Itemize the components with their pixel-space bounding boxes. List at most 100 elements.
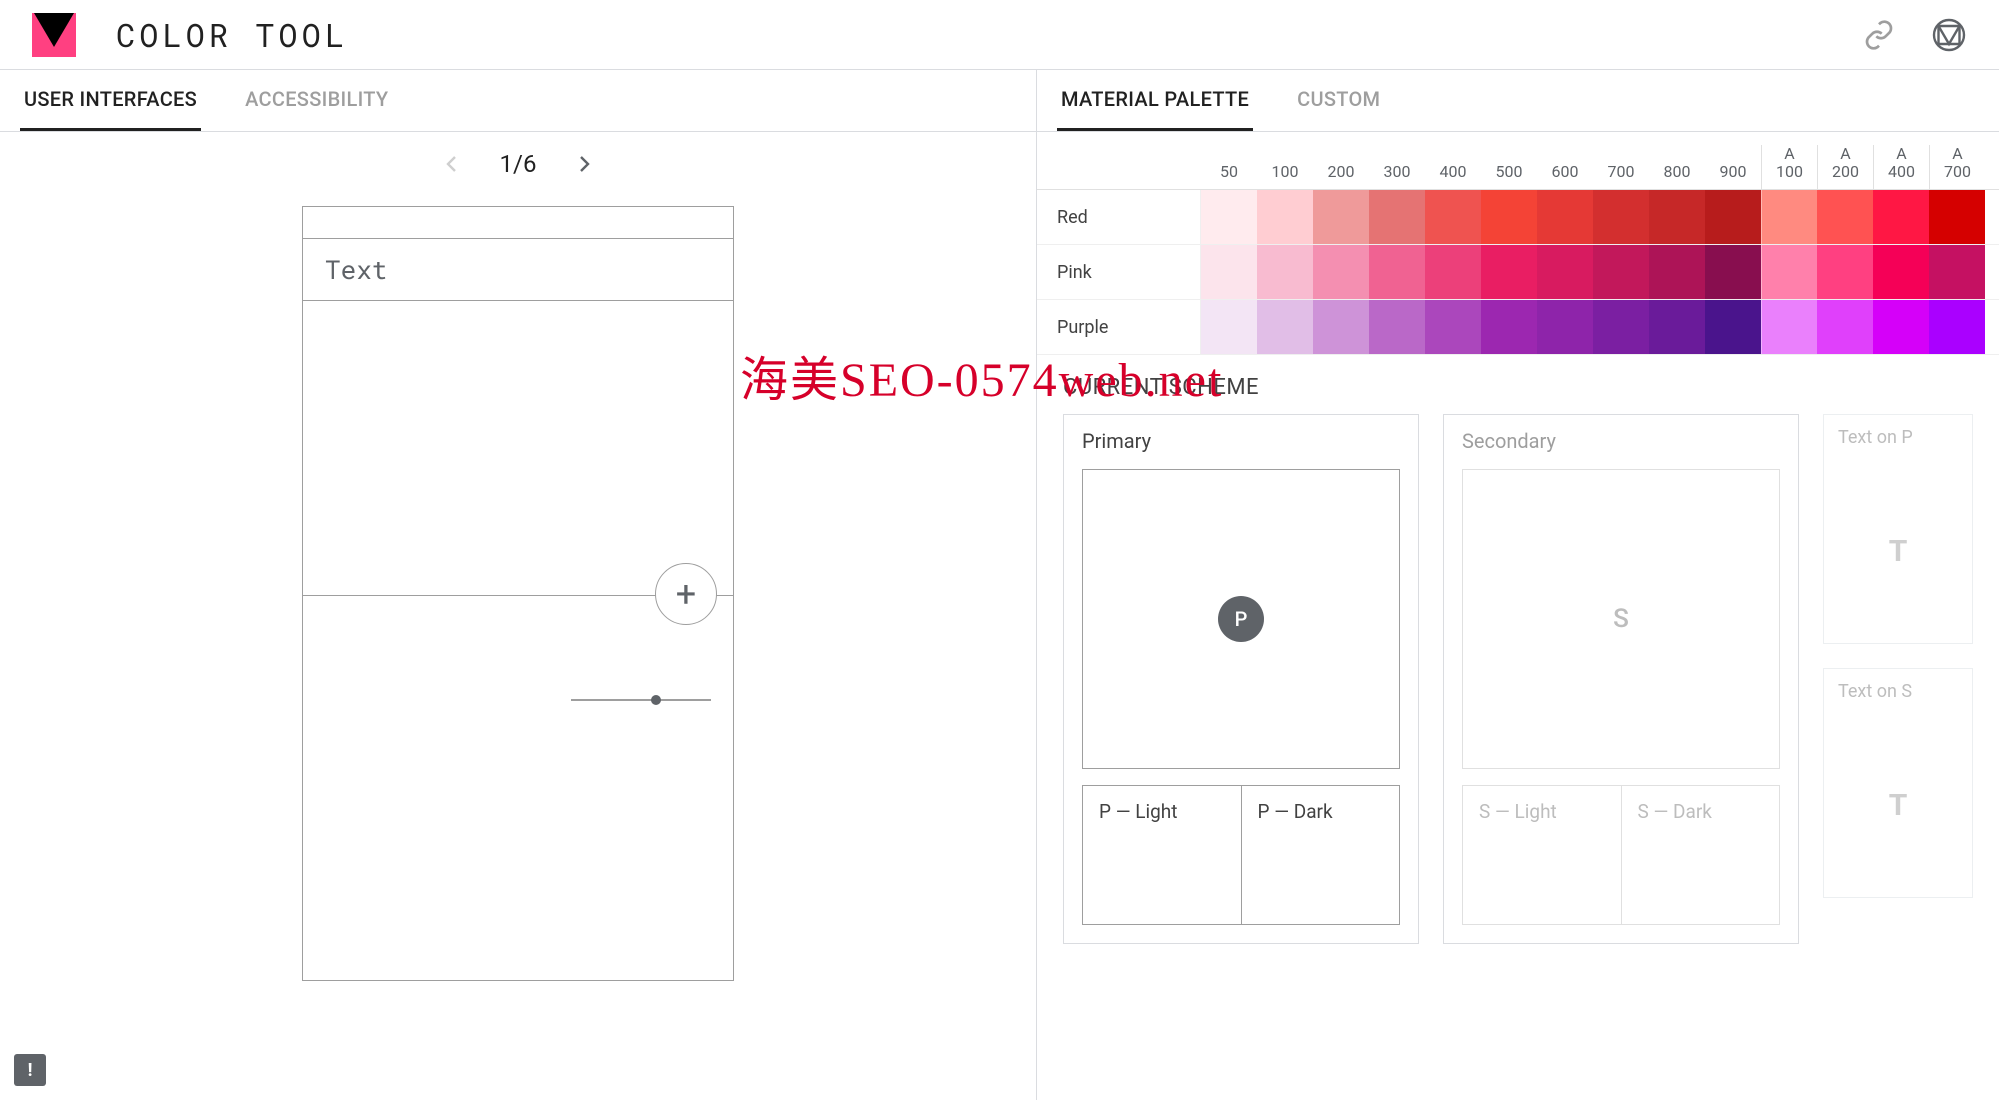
swatch-pink-300[interactable] [1369,245,1425,299]
swatch-red-700[interactable] [1593,190,1649,244]
scheme-card-secondary[interactable]: Secondary S S — Light S — Dark [1443,414,1799,944]
tab-accessibility[interactable]: ACCESSIBILITY [241,70,392,131]
swatch-purple-200[interactable] [1313,300,1369,354]
shade-header-200: 200 [1313,162,1369,189]
swatch-purple-50[interactable] [1201,300,1257,354]
link-icon[interactable] [1863,19,1895,51]
chevron-right-icon[interactable] [572,152,596,176]
swatch-pink-500[interactable] [1481,245,1537,299]
swatch-purple-500[interactable] [1481,300,1537,354]
swatch-pink-200[interactable] [1313,245,1369,299]
swatch-pink-50[interactable] [1201,245,1257,299]
phone-app-bar: Text [303,239,733,301]
swatch-red-300[interactable] [1369,190,1425,244]
swatch-pink-a100[interactable] [1761,245,1817,299]
text-on-s-glyph: T [1824,714,1972,897]
swatch-red-50[interactable] [1201,190,1257,244]
app-title: COLOR TOOL [116,13,348,56]
shade-header-600: 600 [1537,162,1593,189]
phone-appbar-title: Text [325,253,387,287]
hue-row-pink: Pink [1037,245,1999,300]
swatch-red-a200[interactable] [1817,190,1873,244]
scheme-row: Primary P P — Light P — Dark Secondary S… [1037,414,1999,944]
hue-label-purple: Purple [1037,300,1201,354]
scheme-primary-hero: P [1082,469,1400,769]
swatch-red-200[interactable] [1313,190,1369,244]
swatch-red-a700[interactable] [1929,190,1985,244]
text-on-p-title: Text on P [1824,415,1972,460]
swatch-red-a100[interactable] [1761,190,1817,244]
swatch-purple-300[interactable] [1369,300,1425,354]
swatch-red-a400[interactable] [1873,190,1929,244]
swatch-purple-900[interactable] [1705,300,1761,354]
exclamation-icon: ! [28,1060,33,1081]
tab-custom[interactable]: CUSTOM [1293,70,1384,131]
text-on-secondary-card[interactable]: Text on S T [1823,668,1973,898]
swatch-pink-100[interactable] [1257,245,1313,299]
swatch-pink-a400[interactable] [1873,245,1929,299]
shade-header-800: 800 [1649,162,1705,189]
topbar-actions [1863,17,1967,53]
text-on-s-title: Text on S [1824,669,1972,714]
swatch-red-900[interactable] [1705,190,1761,244]
swatch-purple-800[interactable] [1649,300,1705,354]
primary-light[interactable]: P — Light [1082,785,1242,925]
shade-header-400: 400 [1425,162,1481,189]
right-panel: MATERIAL PALETTE CUSTOM 5010020030040050… [1037,70,1999,1100]
swatch-purple-a400[interactable] [1873,300,1929,354]
swatch-purple-600[interactable] [1537,300,1593,354]
material-design-icon[interactable] [1931,17,1967,53]
plus-icon: + [676,573,696,615]
shade-header-700: 700 [1593,162,1649,189]
shade-header-300: 300 [1369,162,1425,189]
swatch-purple-100[interactable] [1257,300,1313,354]
palette-area: 50100200300400500600700800900A100A200A40… [1037,132,1999,355]
phone-preview: Text + [302,206,734,981]
fab-button[interactable]: + [655,563,717,625]
swatch-red-100[interactable] [1257,190,1313,244]
pager-label: 1/6 [500,150,537,178]
app-logo [32,13,76,57]
swatch-red-800[interactable] [1649,190,1705,244]
swatch-purple-a200[interactable] [1817,300,1873,354]
feedback-button[interactable]: ! [14,1054,46,1086]
scheme-secondary-hero: S [1462,469,1780,769]
chevron-left-icon[interactable] [440,152,464,176]
tab-material-palette[interactable]: MATERIAL PALETTE [1057,70,1253,131]
primary-dark[interactable]: P — Dark [1242,785,1401,925]
swatch-pink-800[interactable] [1649,245,1705,299]
shade-header-row: 50100200300400500600700800900A100A200A40… [1037,132,1999,190]
swatch-pink-400[interactable] [1425,245,1481,299]
swatch-pink-a700[interactable] [1929,245,1985,299]
text-on-p-glyph: T [1824,460,1972,643]
scheme-card-primary[interactable]: Primary P P — Light P — Dark [1063,414,1419,944]
text-on-primary-card[interactable]: Text on P T [1823,414,1973,644]
swatch-red-500[interactable] [1481,190,1537,244]
swatch-pink-700[interactable] [1593,245,1649,299]
swatch-pink-600[interactable] [1537,245,1593,299]
shade-header-500: 500 [1481,162,1537,189]
swatch-purple-400[interactable] [1425,300,1481,354]
shade-header-900: 900 [1705,162,1761,189]
preview-pager: 1/6 [0,132,1036,196]
accent-header-400: A400 [1873,145,1929,189]
top-bar: COLOR TOOL [0,0,1999,70]
swatch-red-400[interactable] [1425,190,1481,244]
slider-thumb[interactable] [651,695,661,705]
swatch-red-600[interactable] [1537,190,1593,244]
secondary-light[interactable]: S — Light [1462,785,1622,925]
shade-header-50: 50 [1201,162,1257,189]
swatch-purple-a700[interactable] [1929,300,1985,354]
hue-row-red: Red [1037,190,1999,245]
swatch-pink-a200[interactable] [1817,245,1873,299]
right-tabs: MATERIAL PALETTE CUSTOM [1037,70,1999,132]
secondary-dark[interactable]: S — Dark [1622,785,1781,925]
accent-header-200: A200 [1817,145,1873,189]
swatch-purple-a100[interactable] [1761,300,1817,354]
phone-slider[interactable] [571,699,711,701]
accent-header-700: A700 [1929,145,1985,189]
tab-user-interfaces[interactable]: USER INTERFACES [20,70,201,131]
swatch-purple-700[interactable] [1593,300,1649,354]
swatch-pink-900[interactable] [1705,245,1761,299]
current-scheme-title: CURRENT SCHEME [1037,355,1999,414]
